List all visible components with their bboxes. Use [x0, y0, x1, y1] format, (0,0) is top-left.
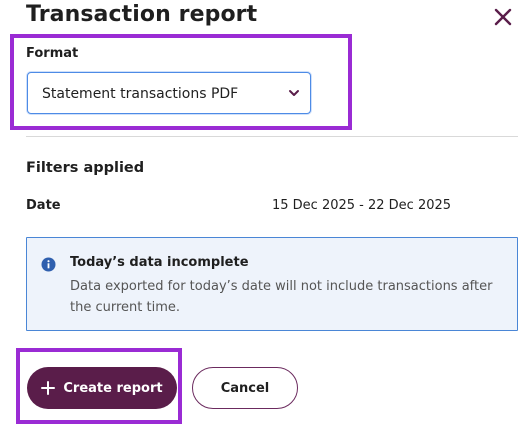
info-notice: Today’s data incomplete Data exported fo… — [26, 237, 518, 331]
create-report-button[interactable]: Create report — [27, 367, 177, 409]
plus-icon — [41, 381, 56, 395]
date-filter-label: Date — [26, 198, 61, 213]
transaction-report-dialog: Transaction report Format Statement tran… — [0, 0, 528, 431]
chevron-down-icon — [289, 90, 299, 96]
notice-text: Data exported for today’s date will not … — [70, 279, 493, 315]
dialog-title: Transaction report — [26, 2, 258, 27]
filters-heading: Filters applied — [26, 160, 145, 176]
create-report-label: Create report — [63, 380, 163, 396]
info-icon — [41, 257, 56, 272]
section-divider — [26, 136, 518, 137]
format-selected-value: Statement transactions PDF — [42, 86, 239, 102]
cancel-label: Cancel — [220, 380, 270, 396]
format-label: Format — [26, 46, 79, 61]
format-select[interactable]: Statement transactions PDF — [27, 72, 311, 114]
close-icon — [494, 8, 512, 26]
close-button[interactable] — [490, 4, 516, 30]
date-filter-value: 15 Dec 2025 - 22 Dec 2025 — [272, 198, 452, 213]
notice-title: Today’s data incomplete — [70, 255, 249, 270]
cancel-button[interactable]: Cancel — [192, 367, 298, 409]
